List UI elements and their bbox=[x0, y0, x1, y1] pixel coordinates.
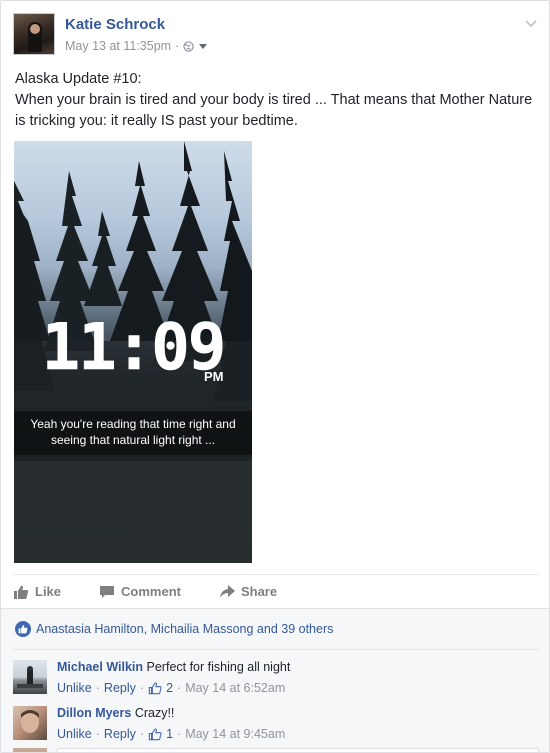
thumbs-up-outline-icon[interactable] bbox=[148, 681, 162, 695]
meta-dot: · bbox=[95, 727, 100, 741]
comments-area: Anastasia Hamilton, Michailia Massong an… bbox=[1, 608, 549, 752]
reply-link[interactable]: Reply bbox=[104, 681, 136, 695]
thumbs-up-icon bbox=[14, 585, 29, 599]
comment-time[interactable]: May 14 at 6:52am bbox=[185, 681, 285, 695]
comment-text: Perfect for fishing all night bbox=[146, 660, 291, 674]
share-arrow-icon bbox=[219, 584, 235, 598]
photo-caption: Yeah you're reading that time right and … bbox=[14, 411, 252, 455]
like-label: Like bbox=[35, 584, 62, 599]
comment-button[interactable]: Comment bbox=[99, 584, 181, 600]
like-button[interactable]: Like bbox=[13, 584, 61, 600]
viewer-avatar bbox=[13, 748, 47, 752]
reactions-summary[interactable]: Anastasia Hamilton, Michailia Massong an… bbox=[15, 621, 333, 637]
post-header: Katie Schrock May 13 at 11:35pm · bbox=[13, 13, 539, 59]
meta-dot: · bbox=[177, 727, 182, 741]
comments-divider bbox=[13, 649, 539, 650]
unlike-link[interactable]: Unlike bbox=[57, 681, 92, 695]
comment-like-count[interactable]: 1 bbox=[166, 727, 173, 741]
meta-dot: · bbox=[177, 681, 182, 695]
comment-body: Dillon Myers Crazy!! bbox=[57, 706, 174, 720]
photo-caption-line1: Yeah you're reading that time right and bbox=[30, 417, 236, 431]
author-avatar[interactable] bbox=[13, 13, 55, 55]
commenter-avatar[interactable] bbox=[13, 660, 47, 694]
meta-dot: · bbox=[139, 681, 145, 695]
comment-meta: Unlike · Reply · 2 · May 14 at 6:52am bbox=[57, 681, 285, 695]
reply-link[interactable]: Reply bbox=[104, 727, 136, 741]
post-timestamp[interactable]: May 13 at 11:35pm bbox=[65, 39, 171, 53]
author-name[interactable]: Katie Schrock bbox=[65, 16, 165, 33]
time-overlay: 11:09 PM bbox=[14, 313, 252, 384]
post-card: Katie Schrock May 13 at 11:35pm · Alaska… bbox=[0, 0, 550, 753]
commenter-avatar[interactable] bbox=[13, 706, 47, 740]
post-text-line1: Alaska Update #10: bbox=[15, 71, 142, 87]
write-comment-row bbox=[13, 748, 539, 752]
photo-caption-line2: seeing that natural light right ... bbox=[50, 433, 216, 447]
chevron-down-icon[interactable] bbox=[523, 15, 539, 31]
post-text: Alaska Update #10: When your brain is ti… bbox=[15, 69, 535, 132]
comment-item: Michael Wilkin Perfect for fishing all n… bbox=[13, 660, 539, 704]
comment-meta: Unlike · Reply · 1 · May 14 at 9:45am bbox=[57, 727, 285, 741]
meta-dot: · bbox=[95, 681, 100, 695]
commenter-name[interactable]: Michael Wilkin bbox=[57, 660, 143, 674]
thumbs-up-outline-icon[interactable] bbox=[148, 727, 162, 741]
comment-icon bbox=[100, 585, 115, 598]
time-ampm: PM bbox=[204, 369, 224, 384]
comment-time[interactable]: May 14 at 9:45am bbox=[185, 727, 285, 741]
comment-item: Dillon Myers Crazy!! Unlike · Reply · 1 … bbox=[13, 706, 539, 750]
action-bar: Like Comment Share bbox=[13, 574, 539, 608]
comment-like-count[interactable]: 2 bbox=[166, 681, 173, 695]
post-text-line2: When your brain is tired and your body i… bbox=[15, 92, 537, 129]
unlike-link[interactable]: Unlike bbox=[57, 727, 92, 741]
meta-separator: · bbox=[175, 39, 180, 53]
share-label: Share bbox=[240, 584, 278, 599]
post-photo[interactable]: 11:09 PM Yeah you're reading that time r… bbox=[14, 141, 252, 563]
avatar-face bbox=[30, 24, 40, 34]
commenter-name[interactable]: Dillon Myers bbox=[57, 706, 131, 720]
caret-down-icon[interactable] bbox=[198, 41, 208, 51]
comment-label: Comment bbox=[121, 584, 181, 599]
reactions-text[interactable]: Anastasia Hamilton, Michailia Massong an… bbox=[36, 622, 333, 636]
like-badge-icon bbox=[15, 621, 31, 637]
comment-text: Crazy!! bbox=[134, 706, 175, 720]
share-button[interactable]: Share bbox=[219, 584, 277, 600]
post-meta: May 13 at 11:35pm · bbox=[65, 39, 208, 53]
write-comment-input[interactable] bbox=[57, 748, 539, 752]
globe-icon[interactable] bbox=[183, 40, 194, 52]
comment-body: Michael Wilkin Perfect for fishing all n… bbox=[57, 660, 290, 674]
meta-dot: · bbox=[139, 727, 145, 741]
